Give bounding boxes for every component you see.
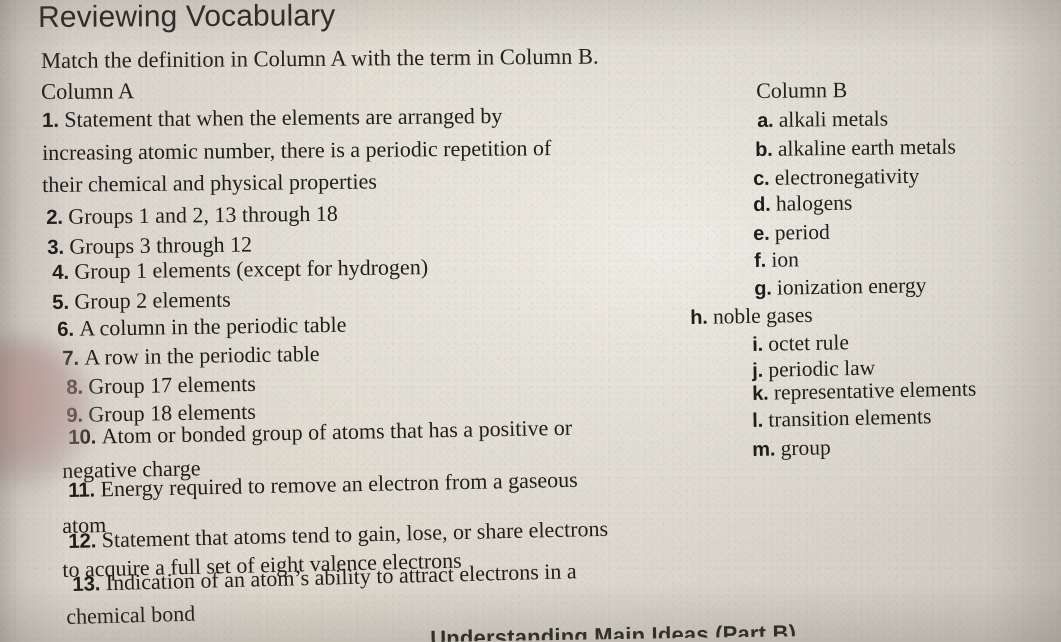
- column-a-item-continuation: their chemical and physical properties: [42, 168, 377, 198]
- column-a-item-number: 5.: [52, 290, 75, 314]
- column-a-item: 2. Groups 1 and 2, 13 through 18: [46, 201, 338, 230]
- bleed-through-text: [600, 0, 1061, 51]
- column-a-item-text: Group 2 elements: [74, 286, 231, 314]
- column-a-item-continuation: increasing atomic number, there is a per…: [42, 135, 551, 166]
- column-a-item: 5. Group 2 elements: [52, 287, 231, 315]
- column-a-item-number: 4.: [52, 260, 75, 284]
- column-a-item: 6. A column in the periodic table: [57, 312, 347, 342]
- column-b-item: h. noble gases: [690, 303, 813, 330]
- column-a-item-number: 10.: [68, 425, 102, 449]
- column-a-item-text: Statement that atoms tend to gain, lose,…: [101, 515, 609, 553]
- column-b-item-letter: a.: [757, 109, 779, 132]
- page-title: Reviewing Vocabulary: [38, 0, 336, 34]
- column-b-item: l. transition elements: [752, 404, 932, 433]
- column-a-item: 7. A row in the periodic table: [62, 341, 320, 371]
- column-b-item-letter: m.: [752, 438, 781, 461]
- column-b-item: d. halogens: [753, 191, 853, 217]
- column-b-item-text: transition elements: [768, 404, 932, 432]
- textbook-page-photo: Reviewing Vocabulary Match the definitio…: [0, 0, 1061, 642]
- column-b-item-text: period: [774, 219, 830, 245]
- column-a-item-number: 2.: [46, 205, 69, 229]
- column-b-item: e. period: [753, 220, 830, 246]
- column-a-item-text: Group 1 elements (except for hydrogen): [74, 254, 429, 284]
- column-b-item: a. alkali metals: [757, 107, 888, 133]
- column-a-item-continuation: chemical bond: [66, 601, 196, 630]
- column-b-item: c. electronegativity: [753, 164, 919, 191]
- column-b-heading: Column B: [756, 77, 848, 103]
- column-b-item-text: ion: [771, 247, 800, 272]
- column-a-item: 4. Group 1 elements (except for hydrogen…: [52, 254, 428, 285]
- column-a-item-number: 6.: [57, 317, 80, 341]
- column-b-item: m. group: [752, 435, 831, 462]
- column-a-item-number: 3.: [47, 235, 70, 259]
- column-b-item-letter: b.: [755, 138, 779, 161]
- column-a-item-text: their chemical and physical properties: [42, 168, 378, 197]
- column-b-item-letter: f.: [754, 249, 772, 272]
- column-a-item-text: Groups 3 through 12: [69, 231, 253, 259]
- column-b-item-letter: l.: [752, 409, 769, 432]
- column-b-item-text: representative elements: [773, 376, 977, 405]
- column-a-item-text: Statement that when the elements are arr…: [64, 102, 503, 132]
- column-b-item-letter: c.: [753, 167, 775, 190]
- column-a-item: 12. Statement that atoms tend to gain, l…: [68, 516, 608, 554]
- column-a-item-number: 12.: [68, 529, 102, 553]
- column-b-item-text: octet rule: [768, 330, 850, 356]
- column-b-item-letter: k.: [752, 382, 775, 405]
- column-a-item-text: A row in the periodic table: [84, 340, 320, 370]
- column-a-item-text: chemical bond: [66, 600, 196, 629]
- column-b-item-text: halogens: [775, 190, 853, 216]
- column-a-heading: Column A: [41, 78, 135, 104]
- column-b-item: f. ion: [754, 247, 799, 273]
- column-b-item: b. alkaline earth metals: [755, 135, 956, 162]
- column-a-item: 3. Groups 3 through 12: [47, 231, 252, 260]
- column-b-item-text: noble gases: [712, 302, 813, 329]
- column-a-item-text: Group 17 elements: [88, 370, 256, 399]
- column-a-item-text: Groups 1 and 2, 13 through 18: [68, 200, 338, 229]
- column-b-item: i. octet rule: [752, 330, 849, 357]
- column-b-item-text: ionization energy: [776, 273, 927, 300]
- column-b-item-letter: d.: [753, 193, 777, 216]
- column-b-item: g. ionization energy: [754, 273, 927, 301]
- column-b-item: k. representative elements: [752, 377, 976, 406]
- column-b-item-letter: h.: [690, 306, 714, 329]
- column-a-item-text: A column in the periodic table: [79, 311, 347, 341]
- column-b-item-text: electronegativity: [774, 163, 920, 190]
- column-b-item-text: periodic law: [768, 355, 876, 382]
- column-b-item-letter: g.: [754, 277, 778, 300]
- column-b-item-letter: i.: [752, 333, 769, 356]
- cut-off-section-heading: Understanding Main Ideas (Part B): [430, 620, 797, 642]
- column-a-item: 8. Group 17 elements: [66, 371, 256, 400]
- column-b-item-text: group: [780, 435, 831, 461]
- column-a-item: 1. Statement that when the elements are …: [42, 103, 502, 133]
- column-b-item-text: alkaline earth metals: [777, 134, 956, 161]
- column-b-item-letter: e.: [753, 222, 775, 245]
- column-b-item-text: alkali metals: [778, 106, 889, 132]
- column-a-item-number: 7.: [62, 346, 85, 370]
- column-a-item-number: 13.: [72, 572, 107, 596]
- column-a-item-number: 1.: [42, 108, 65, 132]
- instruction-text: Match the definition in Column A with th…: [41, 43, 599, 73]
- column-a-item-number: 11.: [68, 478, 101, 502]
- column-b-item-letter: j.: [752, 359, 769, 382]
- column-a-item-number: 8.: [66, 375, 89, 399]
- column-a-item-text: increasing atomic number, there is a per…: [42, 135, 552, 165]
